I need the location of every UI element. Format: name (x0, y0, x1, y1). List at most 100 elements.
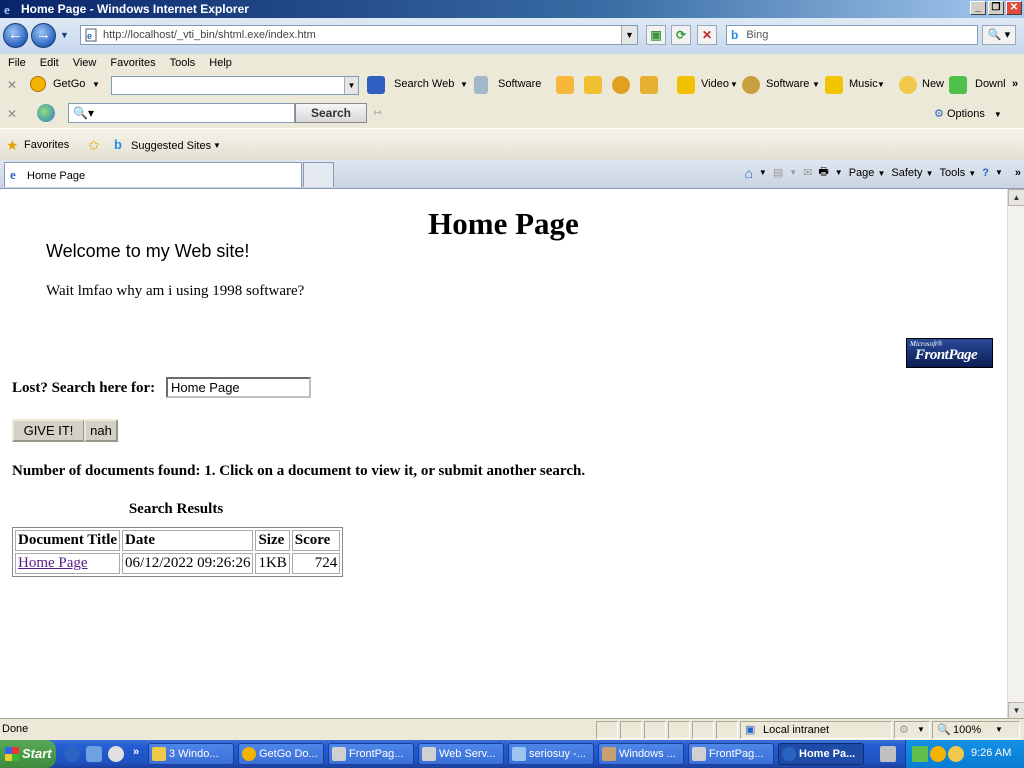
tray-network-icon[interactable] (912, 746, 928, 762)
options-button[interactable]: ⚙ Options ▼ (934, 107, 1002, 120)
frontpage-task-icon (692, 747, 706, 761)
start-button[interactable]: Start (0, 740, 56, 768)
video-cam-icon[interactable] (584, 76, 602, 94)
menu-view[interactable]: View (73, 57, 97, 69)
menu-file[interactable]: File (8, 57, 26, 69)
close-toolbar-icon[interactable]: ✕ (7, 78, 17, 92)
web-server-icon (422, 747, 436, 761)
taskbar-home-page[interactable]: Home Pa... (778, 743, 864, 765)
favorites-button[interactable]: Favorites (24, 139, 69, 151)
quicklaunch-media-icon[interactable] (108, 746, 124, 762)
protected-mode-segment[interactable]: ⚙ ▼ (894, 721, 930, 739)
history-dropdown-icon[interactable]: ▼ (60, 30, 69, 40)
software-cd-icon (742, 76, 760, 94)
grip-icon[interactable]: ⇿ (373, 106, 382, 119)
taskbar-frontpage-2[interactable]: FrontPag... (688, 743, 774, 765)
taskbar-web-server[interactable]: Web Serv... (418, 743, 504, 765)
feeds-icon[interactable]: ▤ (773, 166, 783, 179)
software-button[interactable]: Software (498, 78, 541, 90)
menu-tools[interactable]: Tools (170, 57, 196, 69)
ie-icon: e (4, 2, 10, 16)
toolbar-search-input[interactable]: 🔍▾ (68, 103, 295, 123)
getgo-brand[interactable]: GetGo (53, 78, 85, 90)
taskbar-windows-group[interactable]: 3 Windo... (148, 743, 234, 765)
quicklaunch-desktop-icon[interactable] (86, 746, 102, 762)
new-button[interactable]: New (922, 78, 944, 90)
title-bar: e Home Page - Windows Internet Explorer … (0, 0, 1024, 18)
compatibility-view-icon[interactable]: ▣ (646, 25, 666, 45)
menu-help[interactable]: Help (209, 57, 232, 69)
frontpage-logo[interactable]: Microsoft® FrontPage (906, 338, 993, 368)
safety-menu[interactable]: Safety ▼ (891, 167, 933, 179)
minimize-button[interactable]: _ (970, 1, 986, 15)
zoom-control[interactable]: 🔍 100% ▼ (932, 721, 1020, 739)
taskbar-notepad[interactable]: seriosuy -... (508, 743, 594, 765)
stop-icon[interactable]: ✕ (697, 25, 717, 45)
suggested-dropdown-icon[interactable]: ▼ (213, 141, 221, 150)
software-dropdown-icon[interactable]: ▼ (812, 80, 820, 89)
lambda-icon[interactable] (640, 76, 658, 94)
back-button[interactable]: ← (3, 23, 28, 48)
vertical-scrollbar[interactable]: ▲ ▼ (1007, 189, 1024, 718)
getgo-dropdown-icon[interactable]: ▼ (92, 80, 100, 89)
nah-button[interactable]: nah (84, 419, 118, 442)
search-web-button[interactable]: Search Web (394, 78, 454, 90)
bing-icon: b (731, 28, 739, 42)
search-web-icon[interactable] (367, 76, 385, 94)
search-go-button[interactable]: 🔍 ▾ (982, 25, 1016, 45)
video-menu[interactable]: Video (701, 78, 729, 90)
tab-home-page[interactable]: e Home Page (4, 162, 302, 187)
page-search-input[interactable]: Home Page (166, 377, 311, 398)
globe-icon[interactable] (37, 104, 55, 122)
new-tab-button[interactable] (303, 162, 334, 187)
close-button[interactable]: ✕ (1006, 1, 1022, 15)
forward-button[interactable]: → (31, 23, 56, 48)
toolbar-overflow-icon[interactable]: » (1012, 78, 1018, 90)
quicklaunch-overflow-icon[interactable]: » (133, 746, 139, 758)
gear-icon: ⚙ (934, 108, 944, 120)
tray-getgo-icon[interactable] (930, 746, 946, 762)
video-dropdown-icon[interactable]: ▼ (730, 80, 738, 89)
result-link[interactable]: Home Page (18, 555, 88, 571)
download-button[interactable]: Downl (975, 78, 1006, 90)
mail-icon[interactable]: ✉ (803, 166, 812, 179)
music-dropdown-icon[interactable]: ▼ (877, 80, 885, 89)
close-search-toolbar-icon[interactable]: ✕ (7, 107, 17, 121)
cmdbar-overflow-icon[interactable]: » (1015, 167, 1021, 179)
tray-smiley-icon[interactable] (948, 746, 964, 762)
rss-icon[interactable] (556, 76, 574, 94)
keyboard-icon[interactable] (880, 746, 896, 762)
search-web-dropdown-icon[interactable]: ▼ (460, 80, 468, 89)
taskbar-windows[interactable]: Windows ... (598, 743, 684, 765)
home-icon[interactable]: ⌂ (744, 165, 752, 181)
globe-icon[interactable] (612, 76, 630, 94)
scroll-down-icon[interactable]: ▼ (1008, 702, 1024, 718)
scroll-up-icon[interactable]: ▲ (1008, 189, 1024, 206)
quicklaunch-ie-icon[interactable] (64, 746, 80, 762)
search-box[interactable]: b Bing (726, 25, 978, 45)
clock[interactable]: 9:26 AM (971, 747, 1011, 759)
print-icon[interactable]: 🖶 (818, 163, 828, 182)
address-dropdown-icon[interactable]: ▼ (621, 26, 637, 44)
status-segment (644, 721, 666, 739)
menu-favorites[interactable]: Favorites (110, 57, 155, 69)
taskbar-frontpage-1[interactable]: FrontPag... (328, 743, 414, 765)
address-url[interactable]: http://localhost/_vti_bin/shtml.exe/inde… (103, 29, 316, 41)
add-favorite-icon[interactable]: ✩ (88, 137, 100, 154)
menu-edit[interactable]: Edit (40, 57, 59, 69)
address-bar[interactable]: e http://localhost/_vti_bin/shtml.exe/in… (80, 25, 638, 45)
help-icon[interactable]: ? (982, 167, 989, 179)
toolbar-search-button[interactable]: Search (295, 103, 367, 123)
zone-segment[interactable]: ▣ Local intranet (740, 721, 892, 739)
taskbar-getgo[interactable]: GetGo Do... (238, 743, 324, 765)
smiley-icon (899, 76, 917, 94)
suggested-sites-link[interactable]: Suggested Sites (131, 140, 211, 152)
tools-menu[interactable]: Tools ▼ (940, 167, 977, 179)
refresh-icon[interactable]: ⟳ (671, 25, 691, 45)
give-it-button[interactable]: GIVE IT! (12, 419, 85, 442)
music-menu[interactable]: Music (849, 78, 878, 90)
getgo-search-combo[interactable]: ▼ (111, 76, 359, 95)
page-menu[interactable]: Page ▼ (849, 167, 886, 179)
maximize-button[interactable]: ❐ (988, 1, 1004, 15)
software-menu[interactable]: Software (766, 78, 809, 90)
